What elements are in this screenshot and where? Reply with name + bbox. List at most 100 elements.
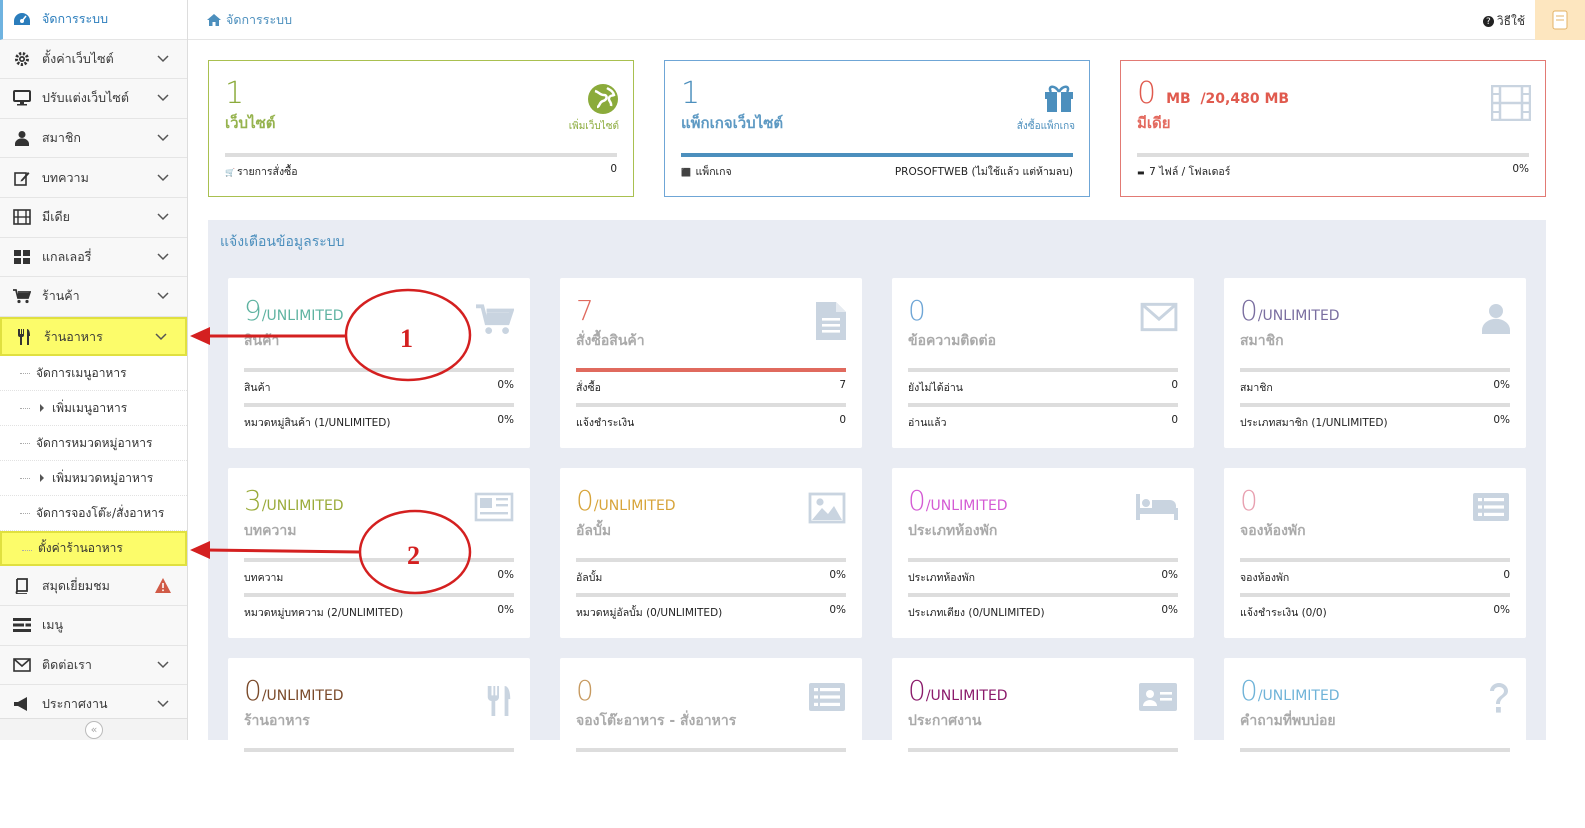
stat-number: 9/UNLIMITED: [244, 294, 344, 327]
stat-row-value: 0%: [497, 604, 514, 616]
sidebar-subitem[interactable]: จัดการจองโต๊ะ/สั่งอาหาร: [0, 496, 187, 532]
sidebar-subitem-label: ตั้งค่าร้านอาหาร: [38, 541, 123, 556]
chevron-down-icon: [153, 55, 173, 63]
folder-icon: ▬: [1137, 168, 1148, 177]
sidebar-item-label: ตั้งค่าเว็บไซต์: [42, 50, 114, 66]
stat-row: หมวดหมู่อัลบั้ม (0/UNLIMITED) 0%: [576, 604, 846, 621]
summary-progress-fill: [681, 153, 1073, 157]
cart-icon: [12, 286, 32, 306]
sidebar-item-desktop[interactable]: ปรับแต่งเว็บไซต์: [0, 79, 187, 119]
stat-card[interactable]: 0/UNLIMITED คำถามที่พบบ่อย: [1224, 658, 1526, 828]
stat-card[interactable]: 7 สั่งซื้อสินค้า สั่งซื้อ 7 แจ้งชำระเงิน 0: [560, 278, 862, 448]
stat-row: บทความ 0%: [244, 569, 514, 586]
stat-row-label: จองห้องพัก: [1240, 572, 1290, 584]
gift-icon[interactable]: [1043, 83, 1075, 116]
sidebar-item-cart[interactable]: ร้านค้า: [0, 277, 187, 317]
stat-row-label: สมาชิก: [1240, 382, 1273, 394]
stat-row-value: 0%: [1493, 414, 1510, 426]
sidebar-item-edit[interactable]: บทความ: [0, 158, 187, 198]
stat-progress: [1240, 748, 1510, 752]
notebook-icon: [1552, 10, 1568, 30]
film-icon: [1490, 84, 1532, 124]
stat-card[interactable]: 9/UNLIMITED สินค้า สินค้า 0% หมวดหมู่สินค้า …: [228, 278, 530, 448]
stat-row-value: 0: [1171, 414, 1178, 426]
sidebar-item-menu-list[interactable]: เมนู: [0, 606, 187, 646]
sidebar-subitem[interactable]: เพิ่มเมนูอาหาร: [0, 391, 187, 427]
notebook-button[interactable]: [1535, 0, 1585, 40]
tree-connector: [20, 373, 30, 375]
stat-row-value: 0%: [1493, 379, 1510, 391]
sidebar-subitem[interactable]: จัดการหมวดหมู่อาหาร: [0, 426, 187, 462]
cart-icon: 🛒: [225, 168, 235, 177]
sidebar-subitem[interactable]: ตั้งค่าร้านอาหาร: [0, 531, 187, 567]
stat-row-label: หมวดหมู่บทความ (2/UNLIMITED): [244, 607, 404, 619]
summary-progress: [681, 153, 1073, 157]
sidebar-item-label: ร้านค้า: [42, 288, 80, 304]
summary-link[interactable]: เพิ่มเว็บไซต์: [569, 119, 619, 134]
stat-row-value: 0%: [829, 569, 846, 581]
stat-number: 0/UNLIMITED: [1240, 294, 1340, 327]
sidebar-item-label: ประกาศงาน: [42, 696, 108, 712]
stat-card[interactable]: 0/UNLIMITED ประกาศงาน: [892, 658, 1194, 828]
stat-card[interactable]: 0/UNLIMITED อัลบั้ม อัลบั้ม 0% หมวดหมู่อัลบั…: [560, 468, 862, 638]
stat-progress-2: [244, 593, 514, 597]
stat-card[interactable]: 0 ข้อความติดต่อ ยังไม่ได้อ่าน 0 อ่านแล้ว 0: [892, 278, 1194, 448]
stat-value: 0: [1240, 294, 1258, 327]
stat-card[interactable]: 0/UNLIMITED ประเภทห้องพัก ประเภทห้องพัก 0% ป…: [892, 468, 1194, 638]
stat-progress-2: [576, 403, 846, 407]
help-link[interactable]: ? วิธีใช้: [1482, 12, 1525, 31]
cutlery-icon: [14, 327, 34, 347]
user-icon: [1482, 302, 1510, 337]
summary-value: 1: [225, 76, 245, 111]
stat-row: สินค้า 0%: [244, 379, 514, 396]
stat-label: อัลบั้ม: [576, 523, 612, 539]
breadcrumb[interactable]: จัดการระบบ: [188, 10, 292, 30]
chevron-down-icon: [153, 292, 173, 300]
stat-progress-2: [576, 593, 846, 597]
sidebar-item-label: เมนู: [42, 617, 64, 633]
sidebar-item-dashboard[interactable]: จัดการระบบ: [0, 0, 187, 40]
tree-connector: [20, 478, 30, 480]
newspaper-icon: [474, 492, 514, 525]
stat-card[interactable]: 3/UNLIMITED บทความ บทความ 0% หมวดหมู่บทความ …: [228, 468, 530, 638]
chevron-down-icon: [151, 333, 171, 341]
stat-card[interactable]: 0/UNLIMITED ร้านอาหาร: [228, 658, 530, 828]
stat-unit: /UNLIMITED: [261, 688, 344, 704]
panel-title: แจ้งเตือนข้อมูลระบบ: [220, 234, 345, 250]
stat-row-value: 0: [1503, 569, 1510, 581]
sidebar-collapse-button[interactable]: «: [0, 718, 187, 740]
stat-value: 3: [244, 484, 262, 517]
stat-card[interactable]: 0/UNLIMITED สมาชิก สมาชิก 0% ประเภทสมาชิก (1…: [1224, 278, 1526, 448]
chevron-down-icon: [153, 661, 173, 669]
stat-row: หมวดหมู่บทความ (2/UNLIMITED) 0%: [244, 604, 514, 621]
stat-row: แจ้งชำระเงิน (0/0) 0%: [1240, 604, 1510, 621]
stat-number: 3/UNLIMITED: [244, 484, 344, 517]
sidebar-item-book[interactable]: สมุดเยี่ยมชม: [0, 566, 187, 606]
sidebar-subitem[interactable]: เพิ่มหมวดหมู่อาหาร: [0, 461, 187, 497]
stat-row-label: หมวดหมู่สินค้า (1/UNLIMITED): [244, 417, 391, 429]
id-card-icon: [1138, 682, 1178, 715]
globe-icon[interactable]: [587, 83, 619, 118]
stat-value: 0: [576, 484, 594, 517]
sidebar-item-label: ปรับแต่งเว็บไซต์: [42, 90, 129, 106]
sidebar-item-cutlery[interactable]: ร้านอาหาร: [0, 316, 187, 357]
bed-icon: [1136, 492, 1178, 523]
stat-card[interactable]: 0 จองห้องพัก จองห้องพัก 0 แจ้งชำระเงิน (0/0)…: [1224, 468, 1526, 638]
help-label: วิธีใช้: [1496, 14, 1525, 28]
sidebar-item-envelope[interactable]: ติดต่อเรา: [0, 646, 187, 686]
top-bar: จัดการระบบ ? วิธีใช้: [188, 0, 1585, 40]
summary-link[interactable]: สั่งซื้อแพ็กเกจ: [1017, 119, 1075, 134]
stat-progress: [908, 748, 1178, 752]
stat-row-value: 0%: [1493, 604, 1510, 616]
stat-card[interactable]: 0 จองโต๊ะอาหาร - สั่งอาหาร: [560, 658, 862, 828]
sidebar-item-grid[interactable]: แกลเลอรี่: [0, 238, 187, 278]
sidebar-item-user[interactable]: สมาชิก: [0, 119, 187, 159]
sidebar-item-gear[interactable]: ตั้งค่าเว็บไซต์: [0, 40, 187, 80]
stat-label: คำถามที่พบบ่อย: [1240, 713, 1336, 729]
stat-label: จองโต๊ะอาหาร - สั่งอาหาร: [576, 713, 737, 729]
stat-progress-2: [1240, 403, 1510, 407]
stat-progress: [1240, 368, 1510, 372]
sidebar-subitem-label: จัดการจองโต๊ะ/สั่งอาหาร: [36, 505, 165, 520]
sidebar-subitem[interactable]: จัดการเมนูอาหาร: [0, 356, 187, 392]
sidebar-item-film[interactable]: มีเดีย: [0, 198, 187, 238]
